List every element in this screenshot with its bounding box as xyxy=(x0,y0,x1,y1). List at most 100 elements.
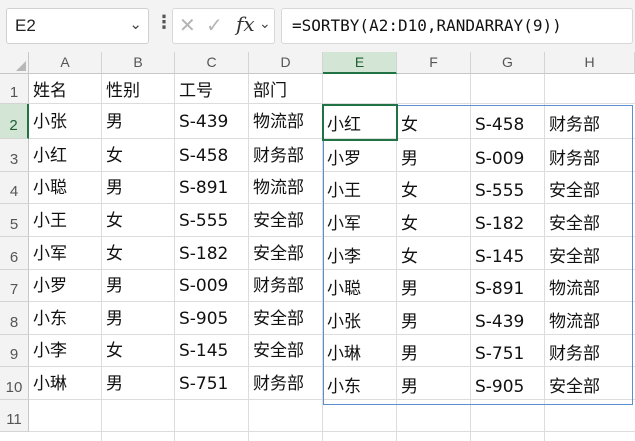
table-cell[interactable]: 小李 xyxy=(33,340,67,362)
spill-cell[interactable]: S-891 xyxy=(475,278,524,300)
select-all-button[interactable] xyxy=(0,52,29,74)
table-cell[interactable]: 物流部 xyxy=(253,111,304,133)
row-header-6[interactable]: 6 xyxy=(0,237,29,270)
table-cell[interactable]: S-555 xyxy=(179,210,228,232)
table-cell[interactable]: 男 xyxy=(106,111,123,133)
header-cell[interactable]: 姓名 xyxy=(33,80,67,102)
row-header-10[interactable]: 10 xyxy=(0,367,29,400)
table-cell[interactable]: 男 xyxy=(106,275,123,297)
spill-cell[interactable]: 小东 xyxy=(327,376,361,398)
table-cell[interactable]: 小琳 xyxy=(33,373,67,395)
spill-cell[interactable]: 安全部 xyxy=(549,246,600,268)
row-header-8[interactable]: 8 xyxy=(0,302,29,335)
table-cell[interactable]: 男 xyxy=(106,177,123,199)
spill-cell[interactable]: 男 xyxy=(401,343,418,365)
table-cell[interactable]: 小聪 xyxy=(33,177,67,199)
insert-function-icon[interactable]: fx xyxy=(236,12,255,36)
column-header-f[interactable]: F xyxy=(397,52,471,74)
table-cell[interactable]: 女 xyxy=(106,243,123,265)
column-header-h[interactable]: H xyxy=(545,52,635,74)
spill-cell[interactable]: 女 xyxy=(401,246,418,268)
table-cell[interactable]: S-182 xyxy=(179,243,228,265)
row-header-7[interactable]: 7 xyxy=(0,270,29,302)
spreadsheet-grid[interactable]: A B C D E F G H 1 2 3 4 5 6 7 8 9 10 11 姓名 性别 工号 部门 小张男 S-439 物流部… xyxy=(0,52,635,441)
table-cell[interactable]: 安全部 xyxy=(253,308,304,330)
spill-cell[interactable]: S-145 xyxy=(475,246,524,268)
spill-cell[interactable]: 女 xyxy=(401,213,418,235)
spill-cell[interactable]: 安全部 xyxy=(549,180,600,202)
table-cell[interactable]: 物流部 xyxy=(253,177,304,199)
row-header-5[interactable]: 5 xyxy=(0,204,29,237)
table-cell[interactable]: 女 xyxy=(106,145,123,167)
formula-input[interactable]: =SORTBY(A2:D10,RANDARRAY(9)) xyxy=(281,8,633,44)
table-cell[interactable]: S-145 xyxy=(179,340,228,362)
column-header-e[interactable]: E xyxy=(323,52,397,74)
spill-cell[interactable]: 物流部 xyxy=(549,278,600,300)
spill-cell[interactable]: S-182 xyxy=(475,213,524,235)
table-cell[interactable]: S-891 xyxy=(179,177,228,199)
spill-cell[interactable]: S-555 xyxy=(475,180,524,202)
spill-cell[interactable]: S-751 xyxy=(475,343,524,365)
spill-cell[interactable]: 女 xyxy=(401,114,418,136)
spill-cell[interactable]: 小王 xyxy=(327,180,361,202)
row-header-2[interactable]: 2 xyxy=(0,104,29,139)
spill-cell[interactable]: 安全部 xyxy=(549,376,600,398)
column-header-a[interactable]: A xyxy=(29,52,102,74)
table-cell[interactable]: 小东 xyxy=(33,308,67,330)
spill-cell[interactable]: S-009 xyxy=(475,148,524,170)
spill-cell[interactable]: 安全部 xyxy=(549,213,600,235)
table-cell[interactable]: S-439 xyxy=(179,111,228,133)
spill-cell[interactable]: 小张 xyxy=(327,311,361,333)
table-cell[interactable]: S-905 xyxy=(179,308,228,330)
column-header-g[interactable]: G xyxy=(471,52,545,74)
table-cell[interactable]: S-458 xyxy=(179,145,228,167)
table-cell[interactable]: 财务部 xyxy=(253,145,304,167)
chevron-down-icon[interactable]: ⌄ xyxy=(129,15,142,33)
column-header-d[interactable]: D xyxy=(249,52,323,74)
spill-cell[interactable]: 小红 xyxy=(327,114,361,136)
cancel-icon[interactable]: ✕ xyxy=(179,13,196,37)
spill-cell[interactable]: S-439 xyxy=(475,311,524,333)
spill-cell[interactable]: 男 xyxy=(401,148,418,170)
spill-cell[interactable]: S-905 xyxy=(475,376,524,398)
table-cell[interactable]: 女 xyxy=(106,210,123,232)
row-header-4[interactable]: 4 xyxy=(0,172,29,204)
table-cell[interactable]: 安全部 xyxy=(253,243,304,265)
spill-cell[interactable]: 财务部 xyxy=(549,114,600,136)
spill-cell[interactable]: 物流部 xyxy=(549,311,600,333)
table-cell[interactable]: 女 xyxy=(106,340,123,362)
spill-cell[interactable]: 小罗 xyxy=(327,148,361,170)
table-cell[interactable]: 男 xyxy=(106,308,123,330)
header-cell[interactable]: 工号 xyxy=(179,80,213,102)
table-cell[interactable]: 财务部 xyxy=(253,275,304,297)
column-header-c[interactable]: C xyxy=(175,52,249,74)
table-cell[interactable]: 小军 xyxy=(33,243,67,265)
table-cell[interactable]: S-751 xyxy=(179,373,228,395)
table-cell[interactable]: 小张 xyxy=(33,111,67,133)
table-cell[interactable]: 小红 xyxy=(33,145,67,167)
header-cell[interactable]: 部门 xyxy=(253,80,287,102)
spill-cell[interactable]: 男 xyxy=(401,278,418,300)
spill-cell[interactable]: 财务部 xyxy=(549,148,600,170)
spill-cell[interactable]: 女 xyxy=(401,180,418,202)
row-header-9[interactable]: 9 xyxy=(0,335,29,367)
header-cell[interactable]: 性别 xyxy=(106,80,140,102)
row-header-1[interactable]: 1 xyxy=(0,74,29,104)
name-box[interactable]: E2 ⌄ xyxy=(6,8,149,44)
spill-cell[interactable]: 小聪 xyxy=(327,278,361,300)
spill-cell[interactable]: 男 xyxy=(401,311,418,333)
table-cell[interactable]: 小王 xyxy=(33,210,67,232)
row-header-3[interactable]: 3 xyxy=(0,139,29,172)
table-cell[interactable]: 安全部 xyxy=(253,210,304,232)
row-header-11[interactable]: 11 xyxy=(0,400,29,432)
spill-cell[interactable]: 小李 xyxy=(327,246,361,268)
table-cell[interactable]: 安全部 xyxy=(253,340,304,362)
column-header-b[interactable]: B xyxy=(102,52,175,74)
table-cell[interactable]: 男 xyxy=(106,373,123,395)
spill-cell[interactable]: 男 xyxy=(401,376,418,398)
table-cell[interactable]: 财务部 xyxy=(253,373,304,395)
spill-cell[interactable]: 小琳 xyxy=(327,343,361,365)
spill-cell[interactable]: S-458 xyxy=(475,114,524,136)
spill-cell[interactable]: 小军 xyxy=(327,213,361,235)
vertical-ellipsis-icon[interactable]: ⋮ xyxy=(155,12,173,33)
